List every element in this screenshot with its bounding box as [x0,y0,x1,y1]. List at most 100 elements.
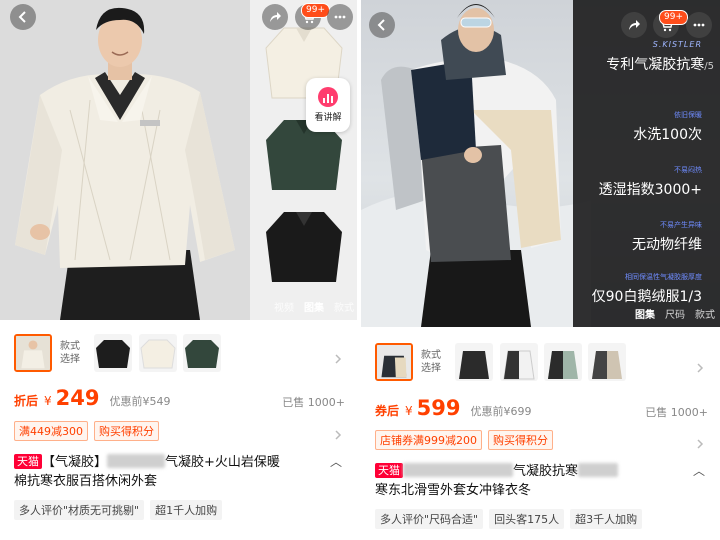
style-thumbnail-column: 视频 图集 款式 [250,0,357,320]
review-tag: 超1千人加购 [150,500,223,520]
title-part: 气凝胶抗寒 [513,464,579,479]
product-title: 天猫 【气凝胶】 气凝胶+火山岩保暖 棉抗寒衣服百搭休闲外套 [14,453,324,491]
more-button[interactable] [686,12,712,38]
chevron-right-icon[interactable] [333,349,343,364]
style-selector[interactable]: 款式 选择 [0,334,357,384]
share-button[interactable] [262,4,288,30]
review-tag: 多人评价"材质无可挑剔" [14,500,145,520]
style-option[interactable] [544,343,582,381]
promo-tag[interactable]: 购买得积分 [488,430,553,450]
more-dots-icon [693,23,705,27]
style-option[interactable] [94,334,132,372]
page-counter: /5 [704,61,714,72]
sold-count: 已售 1000+ [645,406,708,419]
feature-main: 透湿指数3000+ [598,182,702,198]
back-button[interactable] [369,12,395,38]
product-panel-right: S.KISTLER 专利气凝胶抗寒/5 依旧保暖 水洗100次 不易闷热 透湿指… [361,0,720,540]
feature-item: 不易产生异味 无动物纤维 [632,220,702,254]
promo-row[interactable]: 满449减300 购买得积分 [14,421,159,441]
feature-main: 水洗100次 [633,127,702,143]
currency-symbol: ¥ [44,394,52,408]
more-dots-icon [334,15,346,19]
style-option[interactable] [183,334,221,372]
feature-sub: 不易闷热 [674,166,702,174]
style-option[interactable] [375,343,413,381]
style-option[interactable] [588,343,626,381]
style-select-label: 款式 选择 [60,341,80,365]
bar-chart-icon [318,87,338,107]
original-price: 优惠前¥549 [109,395,171,408]
feature-title: 专利气凝胶抗寒/5 [606,57,714,73]
price-value: 599 [416,396,461,420]
product-hero-image[interactable]: 视频 图集 款式 99+ 看讲解 [0,0,357,320]
review-row: 多人评价"尺码合适" 回头客175人 超3千人加购 [375,509,643,529]
feature-item: 不易闷热 透湿指数3000+ [599,165,702,199]
jacket-thumb-black[interactable] [264,202,344,286]
promo-tag[interactable]: 店铺券满999减200 [375,430,482,450]
redacted-text [578,463,619,477]
redacted-text [107,454,166,468]
currency-symbol: ¥ [405,404,413,418]
original-price: 优惠前¥699 [470,405,532,418]
brand-logo: S.KISTLER [652,40,702,49]
chevron-left-icon [18,11,26,23]
price-value: 249 [55,386,100,410]
redacted-text [403,463,513,477]
share-button[interactable] [621,12,647,38]
feature-sub: 不易产生异味 [660,221,702,229]
title-part: 【气凝胶】 [42,455,108,470]
tab-style[interactable]: 款式 [695,306,715,321]
promo-row[interactable]: 店铺券满999减200 购买得积分 [375,430,553,450]
video-explain-label: 看讲解 [314,113,342,123]
back-button[interactable] [10,4,36,30]
style-select-label: 款式 选择 [421,350,441,374]
style-option[interactable] [14,334,52,372]
review-tag: 超3千人加购 [570,509,643,529]
share-icon [629,20,640,30]
chevron-right-icon[interactable] [333,425,343,440]
product-panel-left: 视频 图集 款式 99+ 看讲解 款式 选择 折后 ¥ 249 优惠前¥549 … [0,0,357,540]
title-part: 气凝胶+火山岩保暖 [165,455,280,470]
price-row: 券后 ¥ 599 优惠前¥699 [375,396,532,420]
cart-count-badge: 99+ [659,10,688,25]
tab-video[interactable]: 视频 [274,299,294,314]
feature-sub: 依旧保暖 [674,111,702,119]
chevron-right-icon[interactable] [695,434,705,449]
tmall-badge: 天猫 [14,454,42,469]
product-hero-image[interactable]: S.KISTLER 专利气凝胶抗寒/5 依旧保暖 水洗100次 不易闷热 透湿指… [361,0,720,327]
feature-main: 无动物纤维 [632,237,702,253]
title-part: 寒东北滑雪外套女冲锋衣冬 [375,483,532,498]
price-row: 折后 ¥ 249 优惠前¥549 [14,386,171,410]
tab-size[interactable]: 尺码 [665,306,685,321]
sold-count: 已售 1000+ [282,396,345,409]
price-tag: 折后 [14,394,39,408]
tab-gallery[interactable]: 图集 [635,306,655,321]
collapse-chevron-icon[interactable]: ︿ [693,462,705,479]
feature-item: 相同保温性气凝胶服厚度 仅90白鹅绒服1/3 [592,272,702,306]
style-option[interactable] [139,334,177,372]
style-option[interactable] [500,343,538,381]
chevron-right-icon[interactable] [695,358,705,373]
title-part: 棉抗寒衣服百搭休闲外套 [14,474,158,489]
share-icon [270,12,281,22]
review-tag: 回头客175人 [489,509,565,529]
tab-gallery[interactable]: 图集 [304,299,324,314]
media-tabs: 图集 尺码 款式 [635,306,715,321]
feature-panel: S.KISTLER 专利气凝胶抗寒/5 依旧保暖 水洗100次 不易闷热 透湿指… [573,0,720,327]
feature-main: 仅90白鹅绒服1/3 [591,289,702,305]
price-tag: 券后 [375,404,400,418]
more-button[interactable] [327,4,353,30]
chevron-left-icon [377,19,385,31]
feature-sub: 相同保温性气凝胶服厚度 [625,273,702,281]
feature-item: 依旧保暖 水洗100次 [633,110,702,144]
style-selector[interactable]: 款式 选择 [361,343,720,393]
product-title: 天猫 气凝胶抗寒 寒东北滑雪外套女冲锋衣冬 [375,462,695,500]
review-tag: 多人评价"尺码合适" [375,509,484,529]
promo-tag[interactable]: 购买得积分 [94,421,159,441]
tab-style[interactable]: 款式 [334,299,354,314]
video-explain-button[interactable]: 看讲解 [306,78,350,132]
review-row: 多人评价"材质无可挑剔" 超1千人加购 [14,500,223,520]
style-option[interactable] [455,343,493,381]
promo-tag[interactable]: 满449减300 [14,421,88,441]
collapse-chevron-icon[interactable]: ︿ [330,453,342,470]
